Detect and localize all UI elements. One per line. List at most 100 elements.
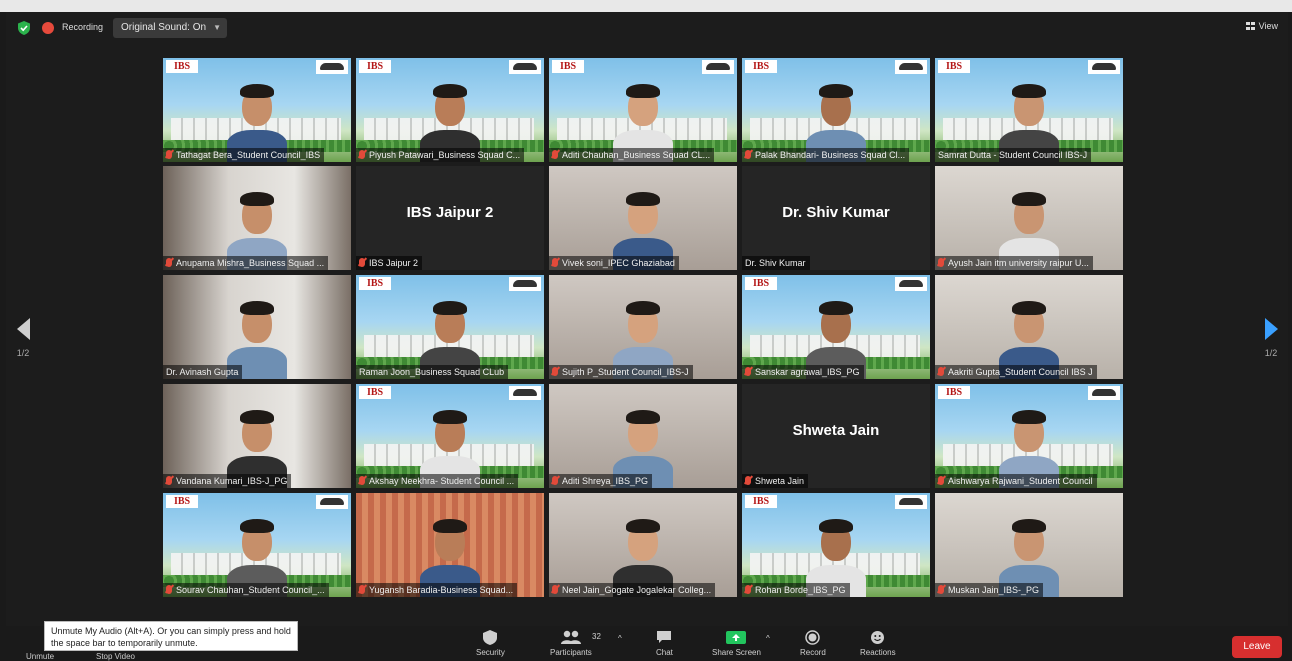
video-tile[interactable]: Muskan Jain_IBS-_PG [935, 493, 1123, 597]
mic-muted-icon [166, 258, 172, 267]
participant-name: Neel Jain_Gogate Jogalekar Colleg... [562, 585, 712, 595]
participant-name: Aditi Chauhan_Business Squad CL... [562, 150, 711, 160]
chevron-down-icon[interactable]: ▼ [213, 18, 221, 38]
video-tile[interactable]: Ayush Jain itm university raipur U... [935, 166, 1123, 270]
arrow-right-icon [1264, 318, 1278, 340]
next-page-button[interactable]: 1/2 [1256, 318, 1286, 358]
video-tile[interactable]: Dr. Shiv Kumar Dr. Shiv Kumar [742, 166, 930, 270]
participant-video [935, 493, 1123, 597]
video-tile[interactable]: Dr. Avinash Gupta [163, 275, 351, 379]
chevron-up-icon[interactable]: ^ [766, 634, 770, 643]
reactions-label: Reactions [860, 648, 896, 657]
participant-name-tag: Dr. Avinash Gupta [163, 365, 243, 379]
video-tile[interactable]: IBS Sanskar agrawal_IBS_PG [742, 275, 930, 379]
video-tile[interactable]: IBS Samrat Dutta - Student Council IBS-J [935, 58, 1123, 162]
mic-muted-icon [359, 476, 365, 485]
participant-video [935, 275, 1123, 379]
participant-name: Dr. Shiv Kumar [745, 258, 806, 268]
window-top-edge [0, 0, 1292, 12]
video-tile[interactable]: IBS Akshay Neekhra- Student Council ... [356, 384, 544, 488]
participant-video [163, 384, 351, 488]
participant-name-tag: Aakriti Gupta_Student Council IBS J [935, 365, 1097, 379]
security-button[interactable]: Security [476, 630, 505, 657]
gallery-grid: IBS Tathagat Bera_Student Council_IBS IBS P… [163, 58, 1125, 598]
participant-video [742, 493, 930, 597]
participant-name-tag: Piyush Patawari_Business Squad C... [356, 148, 525, 162]
leave-button[interactable]: Leave [1232, 636, 1282, 658]
participant-name-tag: Neel Jain_Gogate Jogalekar Colleg... [549, 583, 716, 597]
participant-name-tag: Raman Joon_Business Squad CLub [356, 365, 509, 379]
video-tile[interactable]: Shweta Jain Shweta Jain [742, 384, 930, 488]
participant-hair [240, 410, 274, 424]
chat-button[interactable]: Chat [656, 630, 673, 657]
participant-name-tag: Anupama Mishra_Business Squad ... [163, 256, 329, 270]
participant-video [549, 58, 737, 162]
video-tile[interactable]: IBS Sourav Chauhan_Student Council_... [163, 493, 351, 597]
participant-hair [819, 84, 853, 98]
mic-muted-icon [745, 585, 751, 594]
video-tile[interactable]: IBS Jaipur 2 IBS Jaipur 2 [356, 166, 544, 270]
record-button[interactable]: Record [800, 630, 826, 657]
view-button[interactable]: View [1245, 21, 1278, 31]
video-tile[interactable]: IBS Palak Bhandari- Business Squad Cl... [742, 58, 930, 162]
page-indicator-left: 1/2 [16, 348, 30, 358]
mic-muted-icon [552, 367, 558, 376]
participant-hair [626, 192, 660, 206]
participant-video [356, 58, 544, 162]
participant-name-tag: Yugansh Baradia-Business Squad... [356, 583, 518, 597]
reactions-button[interactable]: Reactions [860, 630, 896, 657]
original-sound-button[interactable]: Original Sound: On ▼ [113, 18, 227, 38]
video-tile[interactable]: Anupama Mishra_Business Squad ... [163, 166, 351, 270]
participant-video [742, 275, 930, 379]
page-indicator-right: 1/2 [1264, 348, 1278, 358]
mic-muted-icon [745, 367, 751, 376]
chevron-up-icon[interactable]: ^ [618, 634, 622, 643]
participant-hair [433, 84, 467, 98]
prev-page-button[interactable]: 1/2 [8, 318, 38, 358]
share-screen-button[interactable]: Share Screen [712, 630, 761, 657]
participants-button[interactable]: Participants [550, 630, 592, 657]
video-tile[interactable]: Aditi Shreya_IBS_PG [549, 384, 737, 488]
mic-muted-icon [552, 585, 558, 594]
original-sound-label: Original Sound: On [121, 22, 207, 33]
video-tile[interactable]: Yugansh Baradia-Business Squad... [356, 493, 544, 597]
participant-name: Dr. Avinash Gupta [166, 367, 239, 377]
participant-name-tag: Ayush Jain itm university raipur U... [935, 256, 1093, 270]
participant-name: Aishwarya Rajwani_Student Council [948, 476, 1093, 486]
recording-label: Recording [62, 22, 104, 32]
video-tile[interactable]: IBS Aishwarya Rajwani_Student Council [935, 384, 1123, 488]
participant-hair [819, 301, 853, 315]
mic-muted-icon [359, 585, 365, 594]
video-tile[interactable]: Vandana Kumari_IBS-J_PG [163, 384, 351, 488]
mic-muted-icon [359, 150, 365, 159]
video-tile[interactable]: Sujith P_Student Council_IBS-J [549, 275, 737, 379]
mic-muted-icon [166, 150, 172, 159]
video-tile[interactable]: IBS Raman Joon_Business Squad CLub [356, 275, 544, 379]
shield-icon[interactable] [18, 21, 30, 35]
video-tile[interactable]: IBS Tathagat Bera_Student Council_IBS [163, 58, 351, 162]
participant-display-name: Dr. Shiv Kumar [782, 204, 890, 221]
participant-hair [819, 519, 853, 533]
participant-video [356, 493, 544, 597]
video-tile[interactable]: IBS Aditi Chauhan_Business Squad CL... [549, 58, 737, 162]
mic-muted-icon [938, 258, 944, 267]
video-tile[interactable]: IBS Piyush Patawari_Business Squad C... [356, 58, 544, 162]
video-tile[interactable]: Neel Jain_Gogate Jogalekar Colleg... [549, 493, 737, 597]
participant-video [742, 58, 930, 162]
meeting-topbar: Recording Original Sound: On ▼ View [6, 12, 1288, 44]
video-tile[interactable]: Aakriti Gupta_Student Council IBS J [935, 275, 1123, 379]
participant-hair [626, 410, 660, 424]
mic-muted-icon [745, 150, 751, 159]
participant-name-tag: Aditi Chauhan_Business Squad CL... [549, 148, 715, 162]
participant-hair [433, 410, 467, 424]
participant-hair [433, 519, 467, 533]
unmute-tooltip: Unmute My Audio (Alt+A). Or you can simp… [44, 621, 298, 651]
participant-name-tag: Rohan Borde_IBS_PG [742, 583, 850, 597]
participant-video [356, 275, 544, 379]
video-tile[interactable]: IBS Rohan Borde_IBS_PG [742, 493, 930, 597]
mic-muted-icon [745, 476, 751, 485]
participant-name: Shweta Jain [755, 476, 805, 486]
participant-name: Raman Joon_Business Squad CLub [359, 367, 505, 377]
video-tile[interactable]: Vivek soni_IPEC Ghaziabad [549, 166, 737, 270]
security-label: Security [476, 648, 505, 657]
